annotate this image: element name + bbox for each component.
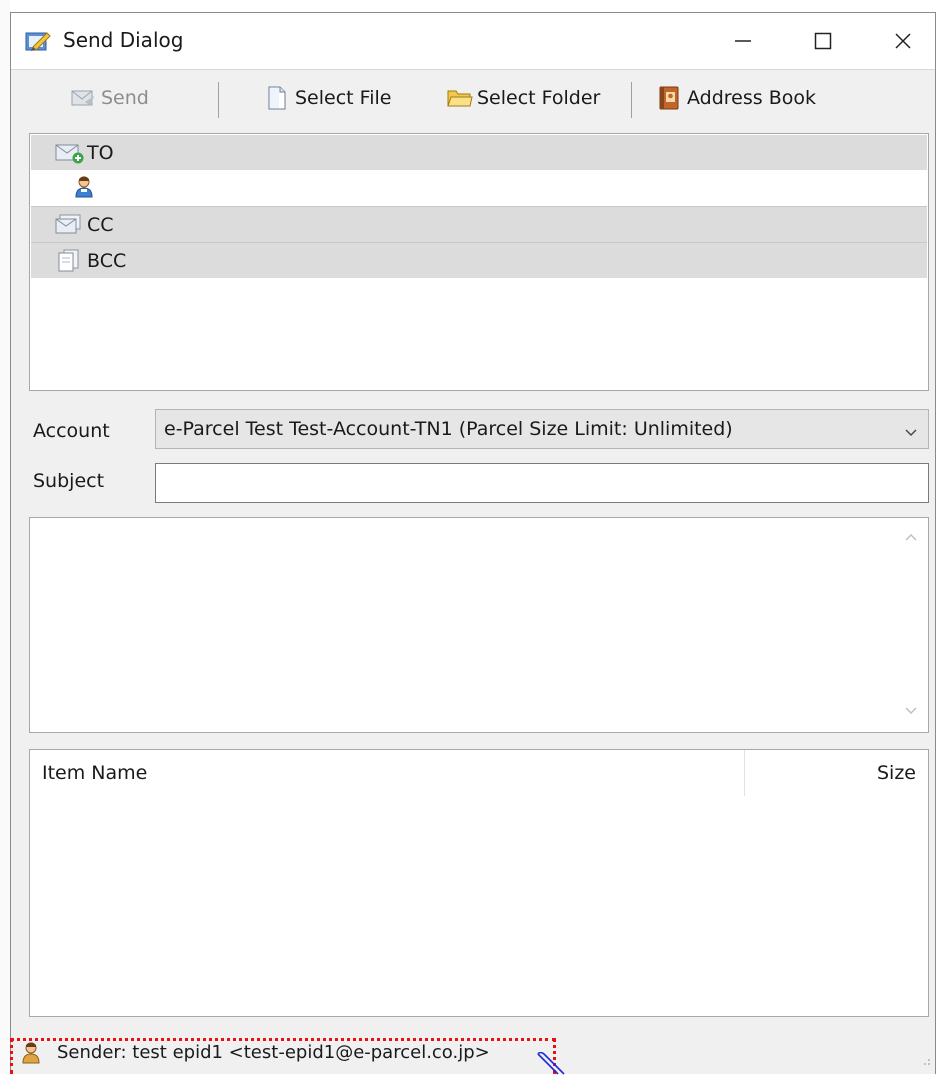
paperclip-icon	[536, 1051, 572, 1081]
mail-add-icon	[55, 141, 85, 165]
address-book-icon	[657, 86, 681, 110]
maximize-icon	[813, 31, 833, 51]
chevron-down-icon	[904, 422, 918, 444]
to-label: TO	[87, 141, 114, 164]
recipient-row-cc[interactable]: CC	[31, 207, 927, 242]
close-button[interactable]	[871, 13, 935, 69]
bcc-label: BCC	[87, 249, 127, 272]
background-window-edge	[0, 0, 10, 1074]
account-select[interactable]: e-Parcel Test Test-Account-TN1 (Parcel S…	[155, 409, 929, 449]
select-folder-label: Select Folder	[477, 87, 601, 109]
select-folder-button[interactable]: Select Folder	[447, 82, 600, 114]
toolbar-divider	[218, 82, 219, 118]
title-bar: Send Dialog	[11, 13, 935, 69]
window-title: Send Dialog	[63, 28, 184, 52]
document-copy-icon	[55, 249, 85, 273]
subject-label: Subject	[33, 470, 105, 492]
folder-icon	[447, 86, 473, 110]
select-file-button[interactable]: Select File	[265, 82, 391, 114]
send-label: Send	[101, 87, 149, 109]
minimize-button[interactable]	[711, 13, 775, 69]
items-list[interactable]: Item Name Size	[29, 749, 929, 1017]
account-value: e-Parcel Test Test-Account-TN1 (Parcel S…	[164, 418, 733, 440]
column-divider[interactable]	[744, 750, 745, 796]
send-dialog-icon	[25, 29, 51, 53]
maximize-button[interactable]	[791, 13, 855, 69]
annotation-highlight-box	[10, 1038, 556, 1074]
column-header-size[interactable]: Size	[877, 762, 916, 784]
cc-label: CC	[87, 213, 114, 236]
account-label: Account	[33, 420, 110, 442]
subject-input[interactable]	[155, 463, 929, 503]
recipient-row-to[interactable]: TO	[31, 135, 927, 170]
recipient-row-bcc[interactable]: BCC	[31, 243, 927, 278]
scroll-down-icon[interactable]	[904, 700, 918, 722]
close-icon	[893, 31, 913, 51]
minimize-icon	[733, 31, 753, 51]
recipient-entry[interactable]	[31, 170, 927, 205]
resize-grip-icon[interactable]	[919, 1049, 931, 1071]
send-button[interactable]: Send	[71, 82, 149, 114]
send-mail-icon	[71, 86, 95, 110]
send-dialog-window: Send Dialog Send Select File Select Fold…	[10, 12, 936, 1074]
select-file-label: Select File	[295, 87, 392, 109]
column-header-item-name[interactable]: Item Name	[42, 762, 147, 784]
mail-copy-icon	[55, 213, 85, 237]
scroll-up-icon[interactable]	[904, 528, 918, 550]
address-book-button[interactable]: Address Book	[657, 82, 816, 114]
toolbar: Send Select File Select Folder Address B…	[11, 70, 935, 126]
file-icon	[265, 86, 289, 110]
message-body-textarea[interactable]	[29, 517, 929, 733]
address-book-label: Address Book	[687, 87, 816, 109]
person-icon	[75, 176, 93, 198]
recipients-panel[interactable]: TO CC BCC	[29, 133, 929, 391]
toolbar-divider	[631, 82, 632, 118]
